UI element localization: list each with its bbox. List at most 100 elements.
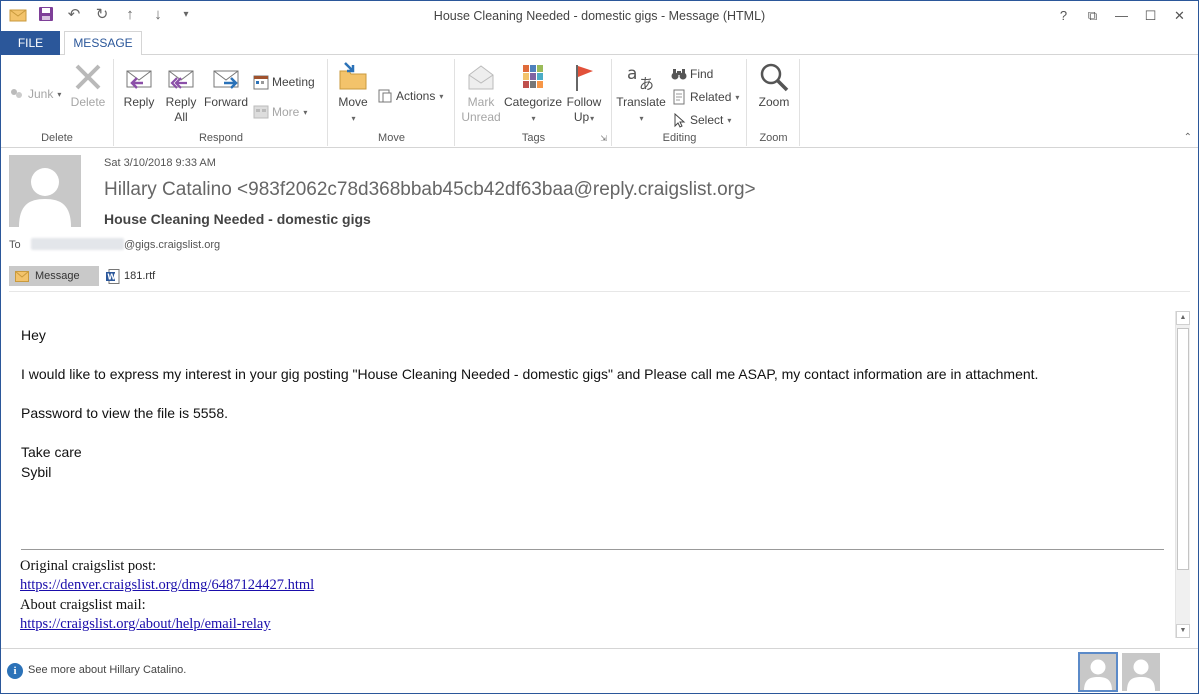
body-divider xyxy=(21,549,1164,550)
move-group: Move ▾ Actions ▾ Move xyxy=(329,59,455,146)
minimize-button[interactable]: — xyxy=(1107,4,1136,28)
delete-group-label: Delete xyxy=(41,132,73,144)
ribbon-tabs: FILE MESSAGE xyxy=(1,31,1198,56)
attachment-row: Message W 181.rtf xyxy=(9,265,155,287)
flag-icon xyxy=(576,65,593,91)
body-paragraph-2: Password to view the file is 5558. xyxy=(21,405,228,421)
ribbon-display-button[interactable]: ⧉ xyxy=(1078,4,1107,28)
tags-group-label: Tags xyxy=(521,132,546,144)
forward-button[interactable]: Forward xyxy=(203,61,249,110)
translate-button[interactable]: aあ Translate ▾ xyxy=(615,61,667,126)
original-post-link[interactable]: https://denver.craigslist.org/dmg/648712… xyxy=(20,577,314,593)
close-button[interactable]: ✕ xyxy=(1165,4,1194,28)
mark-unread-icon xyxy=(468,65,494,90)
scrollbar-thumb[interactable] xyxy=(1177,328,1189,570)
binoculars-icon xyxy=(671,69,687,80)
see-more-about-sender[interactable]: See more about Hillary Catalino. xyxy=(28,664,186,676)
translate-icon: aあ xyxy=(627,64,654,93)
svg-text:a: a xyxy=(627,64,637,84)
person-thumbnail-selected[interactable] xyxy=(1078,652,1118,692)
related-button[interactable]: Related ▾ xyxy=(671,88,739,106)
move-group-label: Move xyxy=(378,132,405,144)
sender-name[interactable]: Hillary Catalino <983f2062c78d368bbab45c… xyxy=(104,179,756,201)
about-mail-label: About craigslist mail: xyxy=(20,596,146,613)
person-silhouette-icon xyxy=(19,168,71,227)
signoff-text: Take care xyxy=(21,444,82,460)
word-document-icon: W xyxy=(106,268,120,284)
respond-group-label: Respond xyxy=(198,132,244,144)
meeting-calendar-icon xyxy=(253,75,269,90)
delete-button[interactable]: Delete xyxy=(69,61,107,110)
magnifier-icon xyxy=(760,63,789,92)
categorize-icon xyxy=(523,65,543,88)
zoom-group-label: Zoom xyxy=(759,132,788,144)
more-icon xyxy=(253,105,269,119)
people-pictures xyxy=(1078,652,1160,692)
attachment-file[interactable]: W 181.rtf xyxy=(106,268,155,284)
to-label: To xyxy=(9,239,21,251)
tab-message[interactable]: MESSAGE xyxy=(64,31,142,56)
window-title: House Cleaning Needed - domestic gigs - … xyxy=(433,9,766,23)
maximize-button[interactable]: ☐ xyxy=(1136,4,1165,28)
title-bar: ↶ ↻ ↑ ↓ ▾ House Cleaning Needed - domest… xyxy=(1,1,1198,31)
mark-unread-button[interactable]: Mark Unread xyxy=(460,61,502,125)
reply-all-icon xyxy=(168,70,194,89)
move-button[interactable]: Move ▾ xyxy=(333,61,373,126)
tags-dialog-launcher-icon[interactable]: ⇲ xyxy=(600,134,607,143)
tags-group: Mark Unread Categorize ▾ Follow Up▾ Tags … xyxy=(456,59,612,146)
message-header: Sat 3/10/2018 9:33 AM Hillary Catalino <… xyxy=(1,149,1198,292)
follow-up-button[interactable]: Follow Up▾ xyxy=(564,61,604,126)
reply-button[interactable]: Reply xyxy=(119,61,159,110)
reply-all-button[interactable]: Reply All xyxy=(161,61,201,125)
scroll-down-arrow-icon[interactable]: ▼ xyxy=(1176,624,1190,638)
outlook-message-window: ↶ ↻ ↑ ↓ ▾ House Cleaning Needed - domest… xyxy=(0,0,1199,694)
person-silhouette-icon xyxy=(1084,659,1112,691)
info-icon: i xyxy=(7,663,23,679)
message-subject: House Cleaning Needed - domestic gigs xyxy=(104,211,371,227)
person-silhouette-icon xyxy=(1127,659,1155,691)
reply-icon xyxy=(126,70,152,89)
message-body-tab[interactable]: Message xyxy=(9,266,99,286)
junk-button[interactable]: Junk ▾ xyxy=(9,85,61,103)
meeting-button[interactable]: Meeting xyxy=(253,73,315,91)
recipient-domain[interactable]: @gigs.craigslist.org xyxy=(124,239,220,251)
ribbon: Junk ▾ Delete Delete Reply Reply All Forw… xyxy=(1,55,1198,148)
categorize-button[interactable]: Categorize ▾ xyxy=(504,61,562,126)
about-mail-link[interactable]: https://craigslist.org/about/help/email-… xyxy=(20,616,271,632)
zoom-button[interactable]: Zoom xyxy=(754,61,794,110)
move-folder-icon xyxy=(339,62,367,90)
person-thumbnail[interactable] xyxy=(1122,653,1160,691)
editing-group: aあ Translate ▾ Find Related ▾ Select ▾ Edit… xyxy=(613,59,747,146)
junk-icon xyxy=(11,89,22,98)
tab-file[interactable]: FILE xyxy=(1,31,60,55)
scroll-up-arrow-icon[interactable]: ▲ xyxy=(1176,311,1190,325)
signature-name: Sybil xyxy=(21,463,52,480)
body-paragraph-1: I would like to express my interest in y… xyxy=(21,366,1039,382)
original-post-label: Original craigslist post: xyxy=(20,558,157,574)
craigslist-footer: Original craigslist post: https://denver… xyxy=(20,557,314,634)
sent-date: Sat 3/10/2018 9:33 AM xyxy=(104,157,216,169)
header-divider xyxy=(9,291,1190,292)
window-controls: ? ⧉ — ☐ ✕ xyxy=(1049,4,1194,28)
find-button[interactable]: Find xyxy=(671,65,713,83)
envelope-icon xyxy=(15,270,29,282)
recipient-redacted xyxy=(31,238,124,250)
more-respond-button[interactable]: More ▾ xyxy=(253,103,307,121)
actions-icon xyxy=(378,89,392,103)
respond-group: Reply Reply All Forward Meeting More ▾ Re… xyxy=(115,59,328,146)
svg-text:W: W xyxy=(107,272,116,281)
select-button[interactable]: Select ▾ xyxy=(671,111,731,129)
actions-button[interactable]: Actions ▾ xyxy=(377,87,443,105)
body-scrollbar[interactable]: ▲ ▼ xyxy=(1175,311,1190,638)
delete-x-icon xyxy=(75,64,101,90)
related-icon xyxy=(673,89,685,105)
greeting-text: Hey xyxy=(21,327,46,343)
delete-group: Junk ▾ Delete Delete xyxy=(1,59,114,146)
sender-avatar[interactable] xyxy=(9,155,81,227)
body-text: Hey I would like to express my interest … xyxy=(21,326,1038,482)
message-body: Hey I would like to express my interest … xyxy=(9,311,1177,638)
collapse-ribbon-icon[interactable]: ⌃ xyxy=(1184,132,1192,143)
forward-icon xyxy=(213,70,239,89)
people-pane: i See more about Hillary Catalino. xyxy=(1,648,1198,693)
help-button[interactable]: ? xyxy=(1049,4,1078,28)
